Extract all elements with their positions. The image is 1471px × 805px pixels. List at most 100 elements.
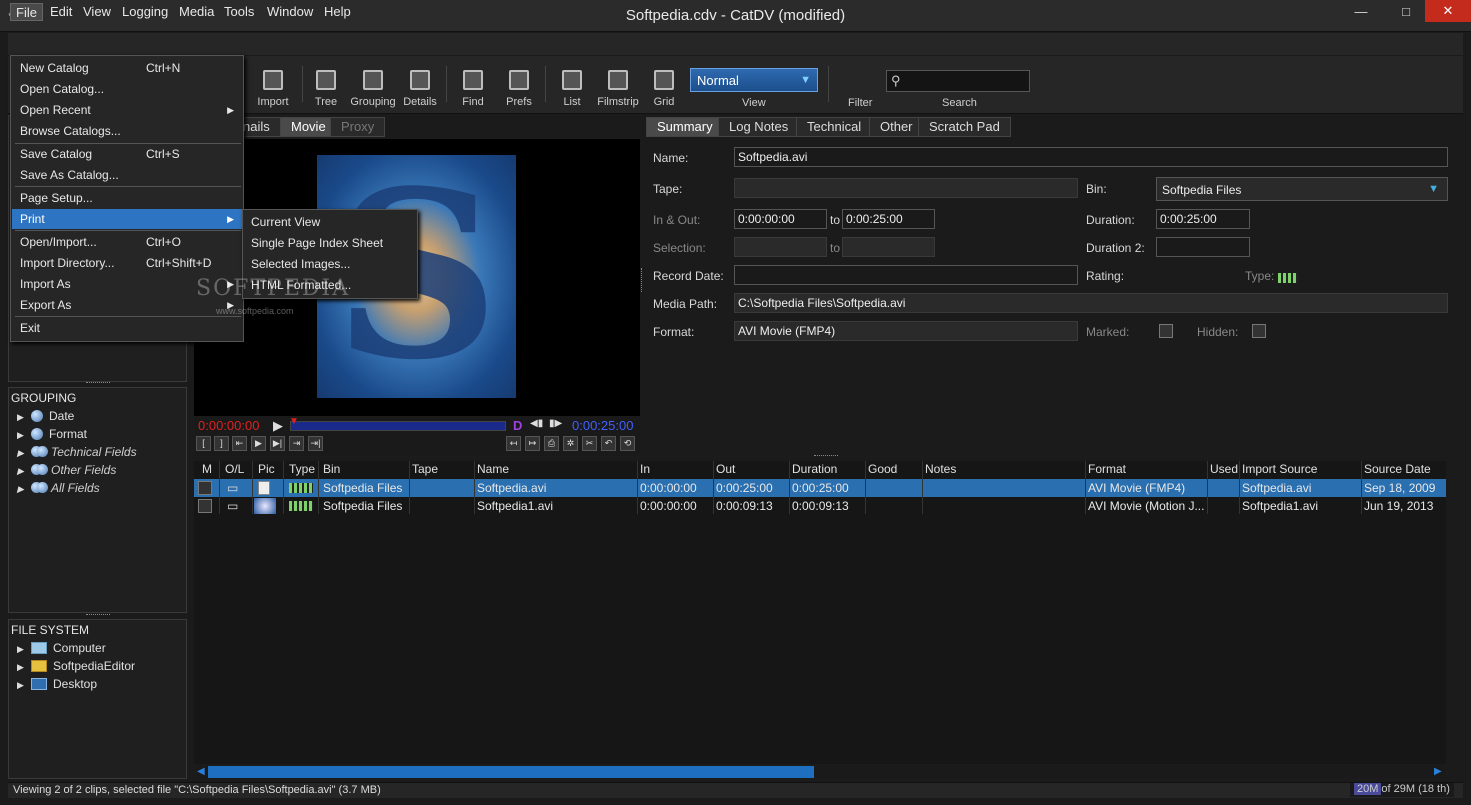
marked-checkbox[interactable] [1159, 324, 1173, 338]
menu-item-open-recent[interactable]: Open Recent ▶ [12, 100, 242, 120]
details-button[interactable]: Details [390, 70, 450, 108]
col-header-tape[interactable]: Tape [412, 461, 438, 478]
col-header-duration[interactable]: Duration [792, 461, 837, 478]
scroll-left-icon[interactable]: ◀ [197, 766, 205, 777]
column-divider[interactable] [252, 461, 253, 514]
column-divider[interactable] [1085, 461, 1086, 514]
play-icon[interactable]: ▶ [273, 418, 283, 434]
column-divider[interactable] [865, 461, 866, 514]
menu-item-open-import[interactable]: Open/Import... Ctrl+O [12, 232, 242, 252]
column-divider[interactable] [1207, 461, 1208, 514]
menu-item-page-setup[interactable]: Page Setup... [12, 188, 242, 208]
col-header-out[interactable]: Out [716, 461, 735, 478]
col-header-ol[interactable]: O/L [225, 461, 244, 478]
menu-item-import-directory[interactable]: Import Directory... Ctrl+Shift+D [12, 253, 242, 273]
column-divider[interactable] [219, 461, 220, 514]
undo-icon[interactable]: ↶ [601, 436, 616, 451]
menu-item-print[interactable]: Print ▶ [12, 209, 242, 229]
col-header-import-source[interactable]: Import Source [1242, 461, 1317, 478]
submenu-item-current-view[interactable]: Current View [244, 212, 416, 233]
col-header-source-date[interactable]: Source Date [1364, 461, 1431, 478]
column-divider[interactable] [318, 461, 319, 514]
column-divider[interactable] [409, 461, 410, 514]
column-divider[interactable] [922, 461, 923, 514]
tab-movie[interactable]: Movie [280, 117, 337, 137]
expand-icon[interactable]: ▶ [17, 408, 31, 426]
grouping-item-technical-fields[interactable]: ▶ Technical Fields [17, 443, 137, 461]
close-button[interactable]: ✕ [1425, 0, 1471, 22]
split-right-icon[interactable]: ↦ [525, 436, 540, 451]
col-header-name[interactable]: Name [477, 461, 509, 478]
selection-in-field[interactable] [734, 237, 827, 257]
submenu-item-selected-images[interactable]: Selected Images... [244, 254, 416, 275]
mark-checkbox[interactable] [198, 481, 212, 495]
selection-out-field[interactable] [842, 237, 935, 257]
go-in-icon[interactable]: ⇤ [232, 436, 247, 451]
menu-item-open-catalog[interactable]: Open Catalog... [12, 79, 242, 99]
col-header-good[interactable]: Good [868, 461, 897, 478]
tab-summary[interactable]: Summary [646, 117, 724, 137]
end-icon[interactable]: ⇥| [308, 436, 323, 451]
splitter-handle[interactable] [814, 455, 838, 458]
split-left-icon[interactable]: ↤ [506, 436, 521, 451]
col-header-used[interactable]: Used [1210, 461, 1238, 478]
column-divider[interactable] [789, 461, 790, 514]
mark-checkbox[interactable] [198, 499, 212, 513]
bin-select[interactable]: Softpedia Files ▼ [1156, 177, 1448, 201]
col-header-notes[interactable]: Notes [925, 461, 956, 478]
next-icon[interactable]: ⇥ [289, 436, 304, 451]
expand-icon[interactable]: ▶ [17, 640, 31, 658]
snapshot-icon[interactable]: ⎙ [544, 436, 559, 451]
col-header-bin[interactable]: Bin [323, 461, 340, 478]
duration2-field[interactable] [1156, 237, 1250, 257]
go-out-icon[interactable]: ▶| [270, 436, 285, 451]
splitter-handle[interactable] [86, 382, 110, 385]
menu-help[interactable]: Help [319, 3, 356, 21]
play-in-out-icon[interactable]: ▶ [251, 436, 266, 451]
prefs-button[interactable]: Prefs [489, 70, 549, 108]
menu-item-new-catalog[interactable]: New Catalog Ctrl+N [12, 58, 242, 78]
memory-indicator[interactable]: 20M of 29M (18 th) [1350, 783, 1454, 797]
menu-tools[interactable]: Tools [219, 3, 259, 21]
format-field[interactable]: AVI Movie (FMP4) [734, 321, 1078, 341]
grouping-item-date[interactable]: ▶ Date [17, 407, 74, 425]
column-divider[interactable] [474, 461, 475, 514]
menu-view[interactable]: View [78, 3, 116, 21]
column-divider[interactable] [1361, 461, 1362, 514]
expand-icon[interactable]: ▶ [17, 480, 31, 498]
menu-item-save-as-catalog[interactable]: Save As Catalog... [12, 165, 242, 185]
import-button[interactable]: Import [243, 70, 303, 108]
effect-icon[interactable]: ✲ [563, 436, 578, 451]
search-input[interactable]: ⚲ [886, 70, 1030, 92]
grouping-item-other-fields[interactable]: ▶ Other Fields [17, 461, 116, 479]
column-divider[interactable] [713, 461, 714, 514]
duration-field[interactable]: 0:00:25:00 [1156, 209, 1250, 229]
col-header-in[interactable]: In [640, 461, 650, 478]
menu-item-save-catalog[interactable]: Save Catalog Ctrl+S [12, 144, 242, 164]
grouping-item-all-fields[interactable]: ▶ All Fields [17, 479, 100, 497]
table-row[interactable]: ▭ Softpedia Files Softpedia.avi 0:00:00:… [194, 479, 1446, 497]
fs-item-computer[interactable]: ▶ Computer [17, 639, 106, 657]
splitter-handle[interactable] [641, 268, 644, 292]
table-row[interactable]: ▭ Softpedia Files Softpedia1.avi 0:00:00… [194, 497, 1446, 515]
menu-media[interactable]: Media [174, 3, 219, 21]
col-header-format[interactable]: Format [1088, 461, 1126, 478]
step-back-icon[interactable]: ◀▮ [530, 418, 543, 429]
minimize-button[interactable]: — [1346, 2, 1376, 22]
column-divider[interactable] [283, 461, 284, 514]
menu-item-exit[interactable]: Exit [12, 318, 242, 338]
maximize-button[interactable]: □ [1391, 2, 1421, 22]
fs-item-softpediaeditor[interactable]: ▶ SoftpediaEditor [17, 657, 135, 675]
expand-icon[interactable]: ▶ [17, 462, 31, 480]
cut-icon[interactable]: ✂ [582, 436, 597, 451]
grid-view-button[interactable]: Grid [634, 70, 694, 108]
col-header-type[interactable]: Type [289, 461, 315, 478]
tab-technical[interactable]: Technical [796, 117, 873, 137]
d-marker[interactable]: D [513, 418, 522, 433]
scrollbar-thumb[interactable] [208, 766, 814, 778]
expand-icon[interactable]: ▶ [17, 658, 31, 676]
mark-in-icon[interactable]: [ [196, 436, 211, 451]
splitter-handle[interactable] [86, 614, 110, 617]
mark-out-icon[interactable]: ] [214, 436, 229, 451]
tab-log-notes[interactable]: Log Notes [718, 117, 800, 137]
